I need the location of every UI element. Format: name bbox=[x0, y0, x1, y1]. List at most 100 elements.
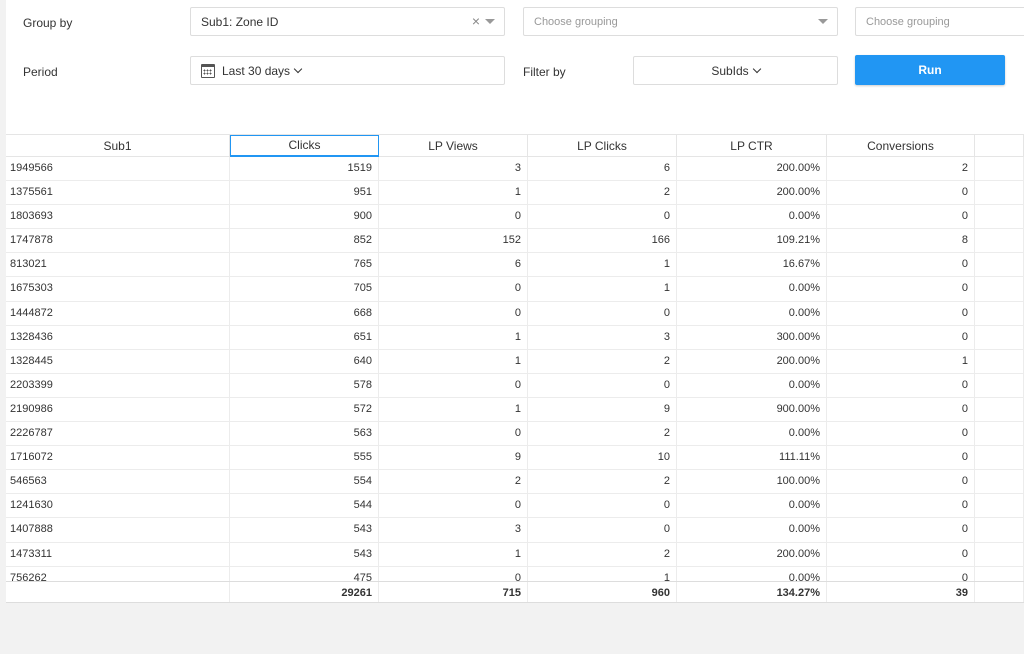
table-cell: 9 bbox=[528, 397, 677, 422]
table-cell-filler bbox=[975, 349, 1024, 373]
grid-body: 1949566 1519 3 6 200.00% 2 1375561 951 1 2 200.00%… bbox=[6, 157, 1024, 581]
group1-select[interactable]: Sub1: Zone ID × bbox=[190, 7, 505, 36]
column-header-sub1[interactable]: Sub1 bbox=[6, 135, 230, 157]
clear-icon[interactable]: × bbox=[472, 13, 480, 29]
table-cell: 1675303 bbox=[6, 277, 230, 301]
table-cell: 0.00% bbox=[677, 518, 827, 542]
period-label: Period bbox=[23, 65, 58, 79]
table-cell: 111.11% bbox=[677, 446, 827, 470]
column-header-lp-ctr[interactable]: LP CTR bbox=[677, 135, 827, 157]
table-cell: 0 bbox=[827, 446, 975, 470]
table-row[interactable]: 2226787 563 0 2 0.00% 0 bbox=[6, 422, 1024, 447]
table-row[interactable]: 1328445 640 1 2 200.00% 1 bbox=[6, 349, 1024, 374]
column-header-lp-clicks[interactable]: LP Clicks bbox=[528, 135, 677, 157]
table-cell: 300.00% bbox=[677, 325, 827, 349]
table-row[interactable]: 1716072 555 9 10 111.11% 0 bbox=[6, 446, 1024, 471]
table-row[interactable]: 1241630 544 0 0 0.00% 0 bbox=[6, 494, 1024, 519]
table-cell: 640 bbox=[230, 349, 379, 373]
grid-header: Sub1 Clicks LP Views LP Clicks LP CTR Convers… bbox=[6, 135, 1024, 157]
group3-select[interactable]: Choose grouping bbox=[855, 7, 1024, 36]
table-cell: 578 bbox=[230, 373, 379, 397]
table-cell: 543 bbox=[230, 518, 379, 542]
table-cell: 200.00% bbox=[677, 181, 827, 205]
caret-down-icon bbox=[485, 19, 495, 24]
table-row[interactable]: 1375561 951 1 2 200.00% 0 bbox=[6, 181, 1024, 206]
table-row[interactable]: 546563 554 2 2 100.00% 0 bbox=[6, 470, 1024, 495]
table-cell-filler bbox=[975, 277, 1024, 301]
table-cell: 0 bbox=[379, 277, 528, 301]
period-picker[interactable]: Last 30 days bbox=[190, 56, 505, 85]
table-cell: 3 bbox=[379, 518, 528, 542]
table-cell-filler bbox=[975, 253, 1024, 277]
filter-select[interactable]: SubIds bbox=[633, 56, 838, 85]
table-cell: 2 bbox=[528, 470, 677, 494]
report-page: Group by Sub1: Zone ID × Choose grouping… bbox=[0, 0, 1024, 654]
table-cell-filler bbox=[975, 181, 1024, 205]
table-cell: 0 bbox=[827, 325, 975, 349]
table-cell: 6 bbox=[379, 253, 528, 277]
caret-down-icon bbox=[818, 19, 828, 24]
table-cell: 1949566 bbox=[6, 157, 230, 181]
table-cell-filler bbox=[975, 518, 1024, 542]
table-row[interactable]: 1803693 900 0 0 0.00% 0 bbox=[6, 205, 1024, 230]
table-cell: 0 bbox=[827, 205, 975, 229]
table-row[interactable]: 1949566 1519 3 6 200.00% 2 bbox=[6, 157, 1024, 182]
table-row[interactable]: 756262 475 0 1 0.00% 0 bbox=[6, 566, 1024, 581]
total-cell: 960 bbox=[528, 582, 677, 602]
table-cell: 1 bbox=[379, 325, 528, 349]
table-row[interactable]: 1473311 543 1 2 200.00% 0 bbox=[6, 542, 1024, 567]
table-cell: 546563 bbox=[6, 470, 230, 494]
column-header-lp-views[interactable]: LP Views bbox=[379, 135, 528, 157]
table-cell-filler bbox=[975, 542, 1024, 566]
table-cell: 1 bbox=[528, 277, 677, 301]
chevron-down-icon bbox=[293, 64, 303, 73]
table-cell: 555 bbox=[230, 446, 379, 470]
column-header-conversions[interactable]: Conversions bbox=[827, 135, 975, 157]
table-cell: 0.00% bbox=[677, 277, 827, 301]
table-cell: 2 bbox=[827, 157, 975, 181]
table-cell: 0 bbox=[827, 494, 975, 518]
table-cell: 0.00% bbox=[677, 566, 827, 581]
table-cell: 0 bbox=[528, 373, 677, 397]
table-cell: 2 bbox=[528, 422, 677, 446]
table-cell-filler bbox=[975, 373, 1024, 397]
period-value: Last 30 days bbox=[222, 63, 291, 78]
filter-panel: Group by Sub1: Zone ID × Choose grouping… bbox=[6, 0, 1024, 134]
table-cell: 2 bbox=[528, 542, 677, 566]
total-cell-filler bbox=[975, 582, 1024, 602]
column-header-clicks[interactable]: Clicks bbox=[230, 135, 379, 157]
table-row[interactable]: 1407888 543 3 0 0.00% 0 bbox=[6, 518, 1024, 543]
table-row[interactable]: 2190986 572 1 9 900.00% 0 bbox=[6, 397, 1024, 423]
run-button[interactable]: Run bbox=[855, 55, 1005, 85]
table-cell: 2 bbox=[528, 181, 677, 205]
table-cell: 1328445 bbox=[6, 349, 230, 373]
table-row[interactable]: 1675303 705 0 1 0.00% 0 bbox=[6, 277, 1024, 302]
table-row[interactable]: 1747878 852 152 166 109.21% 8 bbox=[6, 229, 1024, 254]
report-grid: Sub1 Clicks LP Views LP Clicks LP CTR Convers… bbox=[6, 134, 1024, 603]
table-cell-filler bbox=[975, 301, 1024, 325]
total-cell: 134.27% bbox=[677, 582, 827, 602]
chevron-down-icon bbox=[752, 64, 761, 73]
table-row[interactable]: 1444872 668 0 0 0.00% 0 bbox=[6, 301, 1024, 326]
group2-select[interactable]: Choose grouping bbox=[523, 7, 838, 36]
table-cell-filler bbox=[975, 470, 1024, 494]
group2-placeholder: Choose grouping bbox=[534, 15, 618, 28]
table-cell: 554 bbox=[230, 470, 379, 494]
table-cell: 1 bbox=[379, 181, 528, 205]
table-row[interactable]: 1328436 651 1 3 300.00% 0 bbox=[6, 325, 1024, 350]
table-cell: 1519 bbox=[230, 157, 379, 181]
table-cell: 200.00% bbox=[677, 542, 827, 566]
group3-placeholder: Choose grouping bbox=[866, 15, 950, 28]
table-cell: 813021 bbox=[6, 253, 230, 277]
total-cell: 29261 bbox=[230, 582, 379, 602]
table-cell: 0.00% bbox=[677, 494, 827, 518]
table-cell: 2 bbox=[379, 470, 528, 494]
table-cell: 705 bbox=[230, 277, 379, 301]
table-row[interactable]: 813021 765 6 1 16.67% 0 bbox=[6, 253, 1024, 278]
table-cell: 2190986 bbox=[6, 397, 230, 422]
table-cell: 3 bbox=[379, 157, 528, 181]
calendar-icon bbox=[201, 63, 215, 78]
table-row[interactable]: 2203399 578 0 0 0.00% 0 bbox=[6, 373, 1024, 398]
table-cell: 0 bbox=[827, 277, 975, 301]
table-cell: 0 bbox=[827, 301, 975, 325]
